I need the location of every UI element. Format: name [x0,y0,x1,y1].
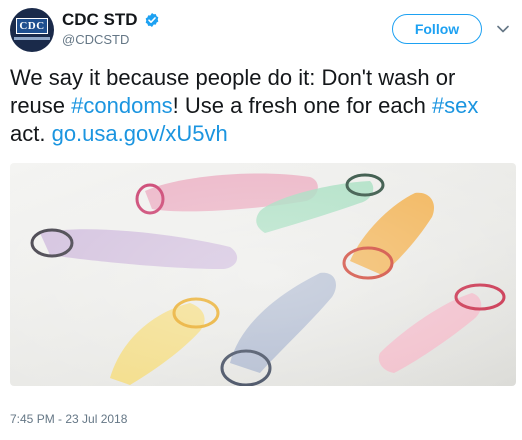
display-name[interactable]: CDC STD [62,10,138,30]
tweet-timestamp[interactable]: 7:45 PM - 23 Jul 2018 [10,412,127,426]
chevron-down-icon[interactable] [496,22,510,36]
avatar-logo-text: CDC [19,20,45,32]
tweet-text: We say it because people do it: Don't wa… [10,64,516,148]
tweet-text-segment: ! Use a fresh one for each [172,93,432,118]
account-name-row: CDC STD [62,10,160,30]
condoms-photo [10,163,516,386]
cdc-logo: CDC [16,18,48,34]
tweet-card: CDC CDC STD @CDCSTD Follow We say it bec… [0,0,522,440]
account-handle[interactable]: @CDCSTD [62,32,129,47]
follow-button[interactable]: Follow [392,14,482,44]
hashtag-link-sex[interactable]: #sex [432,93,478,118]
tweet-media-image[interactable] [10,163,516,386]
url-link[interactable]: go.usa.gov/xU5vh [52,121,228,146]
verified-badge-icon [145,13,158,27]
hashtag-link-condoms[interactable]: #condoms [71,93,173,118]
tweet-text-segment: act. [10,121,52,146]
avatar-logo-stripe [14,37,50,40]
avatar[interactable]: CDC [10,8,54,52]
